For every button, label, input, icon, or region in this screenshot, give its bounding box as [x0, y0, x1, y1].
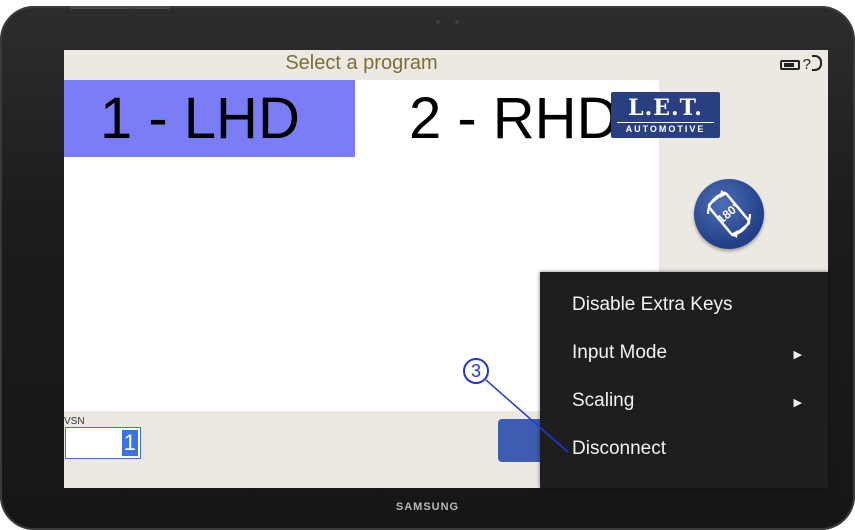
device-brand: SAMSUNG — [395, 501, 460, 513]
callout-leader-line — [485, 379, 569, 453]
callout-number: 3 — [463, 358, 489, 384]
